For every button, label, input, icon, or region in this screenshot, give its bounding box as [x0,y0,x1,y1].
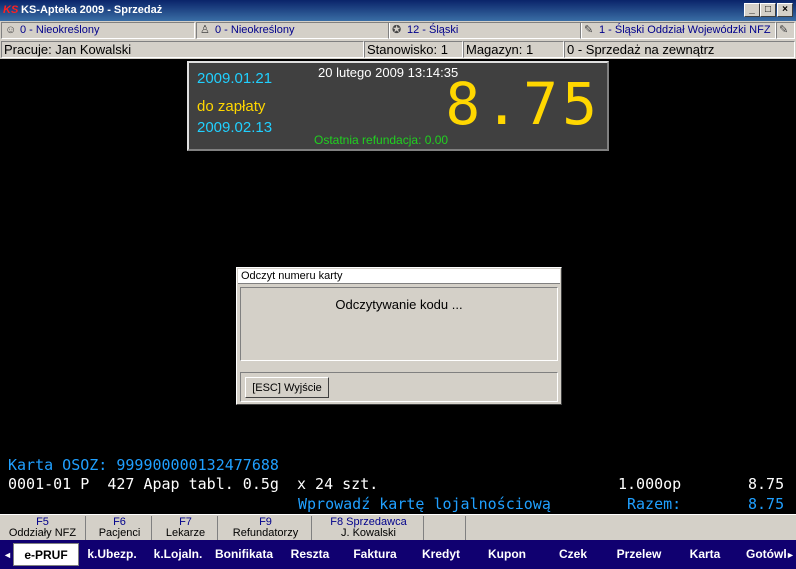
fkey-empty [426,516,466,540]
pay-tab-coupon[interactable]: Kupon [475,543,539,566]
fkey-refunders[interactable]: F9 Refundatorzy [220,516,312,540]
tab-nfz-branch[interactable]: ✎ 1 - Śląski Oddział Wojewódzki NFZ [580,22,776,39]
sum-label: Razem: [627,495,682,513]
pay-tab-cheque[interactable]: Czek [541,543,605,566]
window-title: KS-Apteka 2009 - Sprzedaż [21,4,163,16]
to-pay-label: do zapłaty [197,98,266,115]
card-read-dialog: Odczyt numeru karty Odczytywanie kodu ..… [236,267,562,405]
doctor-icon: ♙ [200,24,210,36]
fkey-label: Lekarze [165,527,206,539]
dialog-message: Odczytywanie kodu ... [335,297,463,312]
sum-total: 8.75 [748,495,785,513]
pay-tab-invoice[interactable]: Faktura [343,543,407,566]
dialog-button-panel: [ESC] Wyjście [240,372,558,402]
station-number: Stanowisko: 1 [364,41,463,58]
pay-tab-discount[interactable]: Bonifikata [210,543,278,566]
context-tabs: ☺ 0 - Nieokreślony ♙ 0 - Nieokreślony ✪ 12 … [0,21,796,40]
card-number: Karta OSOZ: 999900000132477688 [8,456,279,474]
close-button[interactable]: × [777,3,793,17]
loyalty-card-prompt: Wprowadź kartę lojalnościową [298,495,551,513]
fkey-doctors[interactable]: F7 Lekarze [154,516,218,540]
function-key-bar: F5 Oddziały NFZ F6 Pacjenci F7 Lekarze F… [0,514,796,540]
scroll-right-icon[interactable]: ► [786,549,795,561]
pay-tab-cash[interactable]: Gotówka [740,543,786,566]
payment-tabs: ◄ e-PRUF k.Ubezp. k.Lojaln. Bonifikata R… [0,540,796,569]
app-logo-icon: KS [3,4,19,16]
info-bar: Pracuje: Jan Kowalski Stanowisko: 1 Maga… [0,40,796,59]
last-refund: Ostatnia refundacja: 0.00 [314,133,449,147]
esc-exit-button[interactable]: [ESC] Wyjście [245,377,329,398]
date-to: 2009.02.13 [197,119,273,136]
amount-display: 2009.01.21 20 lutego 2009 13:14:35 do za… [187,61,609,151]
tab-nfz-branch-label: 1 - Śląski Oddział Wojewódzki NFZ [599,24,771,36]
tab-region-label: 12 - Śląski [407,24,459,36]
line-total: 8.75 [748,475,785,493]
pay-tab-insurance-card[interactable]: k.Ubezp. [80,543,144,566]
line-quantity: 1.000op [618,475,682,493]
dialog-title: Odczyt numeru karty [238,269,560,284]
pay-tab-card[interactable]: Karta [673,543,737,566]
region-icon: ✪ [392,24,402,36]
current-datetime: 20 lutego 2009 13:14:35 [318,65,459,80]
fkey-label: Oddziały NFZ [8,527,77,539]
person-icon: ☺ [5,24,17,36]
tab-doctor[interactable]: ♙ 0 - Nieokreślony [196,22,390,39]
edit-icon: ✎ [584,24,594,36]
pay-tab-change[interactable]: Reszta [278,543,342,566]
tab-patient-label: 0 - Nieokreślony [20,24,100,36]
maximize-button[interactable]: □ [760,3,776,17]
warehouse-number: Magazyn: 1 [463,41,564,58]
fkey-seller[interactable]: F8 Sprzedawca J. Kowalski [314,516,424,540]
pay-tab-transfer[interactable]: Przelew [607,543,671,566]
pay-tab-e-pruf[interactable]: e-PRUF [13,543,79,566]
title-bar: KS KS-Apteka 2009 - Sprzedaż _ □ × [0,0,796,21]
dialog-message-panel: Odczytywanie kodu ... [240,287,558,361]
current-user: Pracuje: Jan Kowalski [1,41,364,58]
scroll-left-icon[interactable]: ◄ [3,549,12,561]
tab-region[interactable]: ✪ 12 - Śląski [388,22,582,39]
pay-tab-credit[interactable]: Kredyt [409,543,473,566]
minimize-button[interactable]: _ [744,3,760,17]
settings-icon[interactable]: ✎ [776,22,795,39]
sale-type: 0 - Sprzedaż na zewnątrz [564,41,795,58]
fkey-patients[interactable]: F6 Pacjenci [88,516,152,540]
fkey-label: J. Kowalski [340,527,397,539]
line-item: 0001-01 P 427 Apap tabl. 0.5g x 24 szt. [8,475,379,493]
fkey-nfz-branches[interactable]: F5 Oddziały NFZ [0,516,86,540]
pay-tab-loyalty-card[interactable]: k.Lojaln. [146,543,210,566]
fkey-label: Pacjenci [98,527,141,539]
date-from: 2009.01.21 [197,70,273,87]
fkey-label: Refundatorzy [232,527,299,539]
tab-doctor-label: 0 - Nieokreślony [215,24,295,36]
amount-due: 8.75 [445,70,601,138]
tab-patient[interactable]: ☺ 0 - Nieokreślony [1,22,195,39]
